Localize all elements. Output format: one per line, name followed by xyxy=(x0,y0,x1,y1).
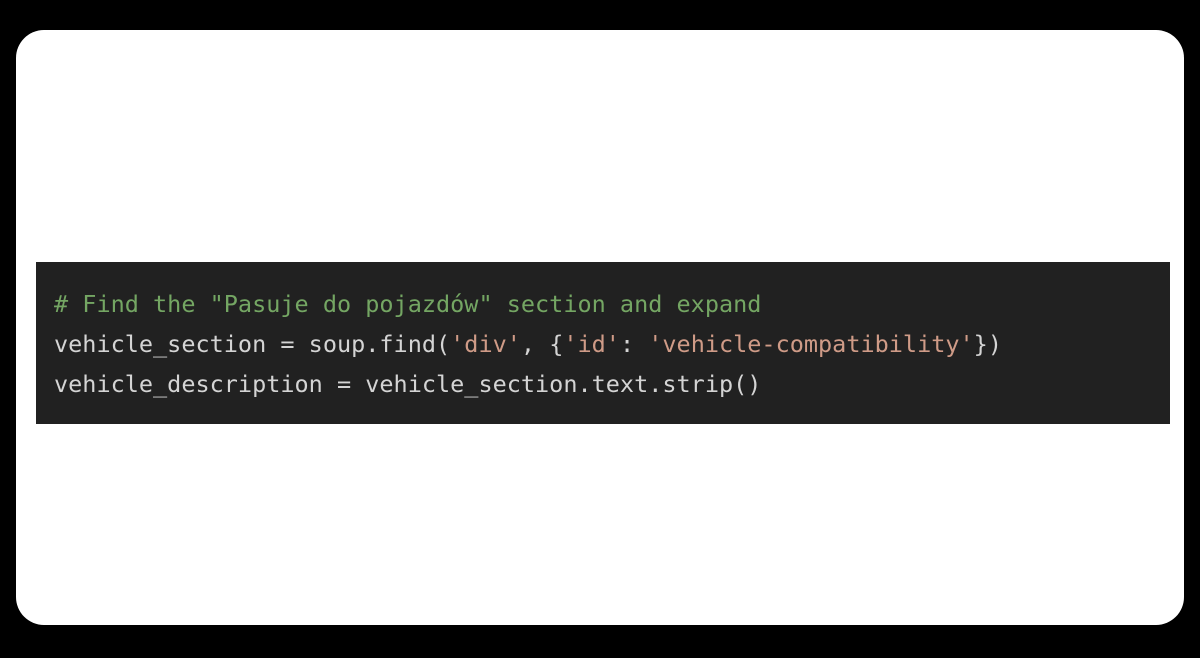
code-token-string-id: 'id' xyxy=(563,330,620,358)
code-line-2: vehicle_section = soup.find('div', {'id'… xyxy=(54,324,1170,364)
code-block[interactable]: # Find the "Pasuje do pojazdów" section … xyxy=(36,262,1170,424)
code-line-1: # Find the "Pasuje do pojazdów" section … xyxy=(54,284,1170,324)
code-token-plain: vehicle_description = vehicle_section.te… xyxy=(54,370,762,398)
code-token-string-vehicle-compatibility: 'vehicle-compatibility' xyxy=(648,330,974,358)
code-token-plain: , { xyxy=(520,330,564,358)
code-content: # Find the "Pasuje do pojazdów" section … xyxy=(54,284,1170,404)
code-token-plain: : xyxy=(619,330,649,358)
code-token-string-div: 'div' xyxy=(450,330,521,358)
code-token-plain: }) xyxy=(973,330,1002,358)
code-token-comment: # Find the "Pasuje do pojazdów" section … xyxy=(54,290,762,318)
screenshot-viewport: # Find the "Pasuje do pojazdów" section … xyxy=(0,0,1200,658)
code-token-plain: vehicle_section = soup.find( xyxy=(54,330,451,358)
document-card: # Find the "Pasuje do pojazdów" section … xyxy=(16,30,1184,625)
code-line-3: vehicle_description = vehicle_section.te… xyxy=(54,364,1170,404)
